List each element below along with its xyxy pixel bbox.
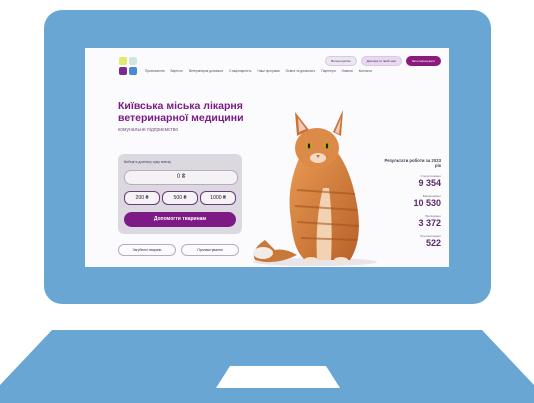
volunteer-button[interactable]: Волонтерство (325, 56, 357, 66)
nav-item-contacts[interactable]: Контакти (359, 69, 372, 74)
laptop-base (0, 330, 534, 403)
stat-value: 10 530 (413, 198, 441, 208)
donation-amount-input[interactable]: 0 ₴ (124, 170, 238, 185)
adoption-button[interactable]: Прилаштування (181, 244, 239, 256)
stats-title: Результати роботи за 2023 рік (384, 158, 441, 168)
top-action-bar: Волонтерство Допомогти твоїй зоні Зателе… (325, 56, 441, 66)
nav-item-education[interactable]: Освіта та діяльність (286, 69, 316, 74)
nav-item-prices[interactable]: Вартість (170, 69, 182, 74)
donation-label: Виберіть довільну суму внеску (124, 160, 172, 164)
nav-item-appointments[interactable]: Призначення (145, 69, 164, 74)
stat-value: 522 (425, 238, 441, 248)
preset-amounts: 200 ₴ 500 ₴ 1000 ₴ (124, 191, 236, 205)
donation-card: Виберіть довільну суму внеску 0 ₴ 200 ₴ … (118, 154, 242, 234)
cat-photo (253, 110, 377, 266)
clinic-logo[interactable] (118, 56, 138, 76)
call-button[interactable]: Зателефонувати (405, 56, 441, 66)
donate-zone-button[interactable]: Допомогти твоїй зоні (360, 56, 402, 66)
nav-item-programs[interactable]: Наші програми (257, 69, 279, 74)
preset-amount-button[interactable]: 200 ₴ (124, 191, 160, 205)
preset-amount-button[interactable]: 1000 ₴ (200, 191, 236, 205)
secondary-actions: Загублені тварини Прилаштування (118, 244, 239, 256)
lost-animals-button[interactable]: Загублені тварини (118, 244, 176, 256)
preset-amount-button[interactable]: 500 ₴ (162, 191, 198, 205)
website-screen: Волонтерство Допомогти твоїй зоні Зателе… (85, 48, 449, 267)
nav-item-vet-help[interactable]: Ветеринарна допомога (189, 69, 223, 74)
help-animals-button[interactable]: Допомогти тваринам (124, 212, 236, 227)
main-nav: Призначення Вартість Ветеринарна допомог… (145, 69, 372, 74)
nav-item-partners[interactable]: Партнери (321, 69, 335, 74)
stat-value: 3 372 (418, 218, 441, 228)
nav-item-inpatient[interactable]: Стаціонарність (229, 69, 251, 74)
stats-panel: Результати роботи за 2023 рік Стерилізов… (381, 158, 441, 248)
page-subtitle: комунальне підприємство (118, 127, 179, 133)
trackpad-icon (216, 366, 340, 388)
stat-value: 9 354 (418, 178, 441, 188)
nav-item-news[interactable]: Новини (342, 69, 353, 74)
